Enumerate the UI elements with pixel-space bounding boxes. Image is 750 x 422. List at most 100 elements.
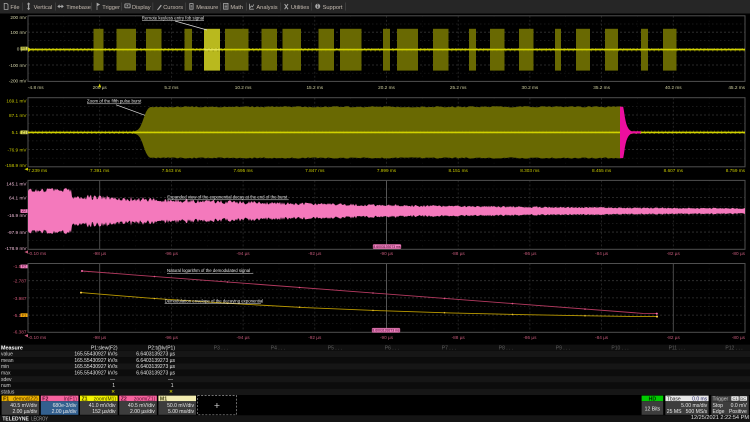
svg-text:P11 . . .: P11 . . . — [669, 345, 686, 351]
svg-text:-82 µs: -82 µs — [667, 251, 681, 256]
svg-text:8.303 ms: 8.303 ms — [520, 168, 540, 173]
svg-text:P8 . . .: P8 . . . — [499, 345, 513, 351]
svg-text:LECROY: LECROY — [31, 416, 48, 422]
svg-text:Z1: Z1 — [22, 131, 26, 135]
svg-text:Measure: Measure — [196, 5, 218, 11]
svg-text:ln(F1): ln(F1) — [64, 396, 77, 402]
svg-text:-200 mV: -200 mV — [9, 79, 28, 84]
svg-text:-4.8 ms: -4.8 ms — [28, 85, 44, 90]
svg-text:45.2 ms: 45.2 ms — [728, 85, 745, 90]
svg-text:12 Bits: 12 Bits — [645, 406, 661, 412]
svg-text:Display: Display — [132, 5, 151, 11]
svg-text:Demodulation envelope of the d: Demodulation envelope of the decaying ex… — [165, 298, 264, 303]
svg-text:-80 µs: -80 µs — [732, 335, 746, 340]
svg-text:mean: mean — [1, 358, 14, 364]
svg-text:min: min — [1, 364, 9, 370]
svg-text:Remote keyless entry fob signa: Remote keyless entry fob signal — [142, 16, 204, 21]
svg-text:8.607 ms: 8.607 ms — [664, 168, 684, 173]
svg-text:-2.787: -2.787 — [13, 279, 27, 284]
svg-text:TELEDYNE: TELEDYNE — [2, 416, 29, 422]
svg-text:-76.9 mV: -76.9 mV — [7, 147, 27, 152]
svg-text:-84 µs: -84 µs — [595, 251, 609, 256]
svg-text:6.6403139273 µs: 6.6403139273 µs — [136, 352, 175, 358]
svg-text:Support: Support — [323, 5, 343, 11]
svg-text:2.00 µs/div: 2.00 µs/div — [130, 409, 155, 415]
svg-text:value: value — [1, 352, 13, 358]
svg-text:7.391 ms: 7.391 ms — [90, 168, 110, 173]
svg-text:-86 µs: -86 µs — [523, 335, 537, 340]
svg-text:Measure: Measure — [1, 345, 23, 351]
svg-text:8.455 ms: 8.455 ms — [592, 168, 612, 173]
svg-text:Z2: Z2 — [22, 209, 26, 213]
svg-text:sdev: sdev — [1, 377, 12, 383]
svg-text:zoom(Z1): zoom(Z1) — [134, 396, 156, 402]
svg-text:8.759 ms: 8.759 ms — [726, 168, 746, 173]
svg-text:169.1 mV: 169.1 mV — [6, 99, 27, 104]
svg-text:-0.10 ms: -0.10 ms — [28, 251, 47, 256]
svg-text:7.847 ms: 7.847 ms — [305, 168, 325, 173]
svg-text:-0.10 ms: -0.10 ms — [28, 335, 47, 340]
svg-text:P1:slew(F2): P1:slew(F2) — [91, 345, 118, 351]
svg-text:Zoom of the fifth pulse burst: Zoom of the fifth pulse burst — [87, 99, 142, 104]
svg-text:5.2 ms: 5.2 ms — [164, 85, 179, 90]
svg-text:P3 . . .: P3 . . . — [214, 345, 228, 351]
svg-text:152 µs/div: 152 µs/div — [92, 409, 116, 415]
svg-text:Timebase: Timebase — [66, 5, 91, 11]
svg-text:2.00 µs/div: 2.00 µs/div — [12, 409, 37, 415]
svg-text:demod(Z2): demod(Z2) — [13, 396, 38, 402]
svg-text:25 MS: 25 MS — [667, 409, 682, 415]
svg-text:5.00 ms/div: 5.00 ms/div — [168, 409, 194, 415]
svg-text:P9 . . .: P9 . . . — [556, 345, 570, 351]
svg-text:File: File — [10, 5, 19, 11]
svg-text:-90 µs: -90 µs — [380, 335, 394, 340]
svg-text:max: max — [1, 371, 11, 377]
svg-text:Natural logarithm of the demod: Natural logarithm of the demodulated sig… — [167, 268, 250, 273]
svg-text:8.6003139273 ms: 8.6003139273 ms — [372, 329, 399, 333]
svg-text:-94 µs: -94 µs — [237, 251, 251, 256]
svg-text:-96 µs: -96 µs — [165, 251, 179, 256]
svg-text:P4 . . .: P4 . . . — [271, 345, 285, 351]
svg-text:145.1 mV: 145.1 mV — [6, 182, 27, 187]
svg-text:✕: ✕ — [169, 389, 173, 394]
svg-text:200 mV: 200 mV — [10, 15, 27, 20]
svg-text:100 mV: 100 mV — [10, 30, 27, 35]
svg-text:F2: F2 — [22, 265, 26, 269]
svg-text:7.543 ms: 7.543 ms — [162, 168, 182, 173]
svg-text:165.55430927 kV/s: 165.55430927 kV/s — [74, 358, 118, 364]
svg-text:-3.987: -3.987 — [13, 296, 27, 301]
svg-text:-6.387: -6.387 — [13, 329, 27, 334]
svg-text:165.55430927 kV/s: 165.55430927 kV/s — [74, 371, 118, 377]
svg-text:165.55430927 kV/s: 165.55430927 kV/s — [74, 352, 118, 358]
svg-text:—: — — [168, 377, 173, 383]
svg-text:P10 . . .: P10 . . . — [611, 345, 628, 351]
svg-text:35.2 ms: 35.2 ms — [593, 85, 610, 90]
svg-text:F1: F1 — [3, 396, 9, 402]
svg-text:—: — — [110, 377, 115, 383]
svg-text:7.999 ms: 7.999 ms — [377, 168, 397, 173]
svg-text:num: num — [1, 383, 11, 389]
svg-text:-97.9 mV: -97.9 mV — [7, 230, 27, 235]
svg-text:2.00 µs/div: 2.00 µs/div — [52, 409, 77, 415]
svg-text:12/25/2021 2:22:54 PM: 12/25/2021 2:22:54 PM — [691, 415, 749, 421]
svg-text:F1: F1 — [22, 313, 26, 317]
svg-text:✕: ✕ — [111, 389, 115, 394]
svg-text:25.2 ms: 25.2 ms — [450, 85, 467, 90]
svg-text:-88 µs: -88 µs — [452, 335, 466, 340]
svg-text:M1: M1 — [160, 396, 167, 402]
svg-text:165.55430927 kV/s: 165.55430927 kV/s — [74, 364, 118, 370]
svg-text:P12 . . .: P12 . . . — [725, 345, 742, 351]
svg-text:status: status — [1, 389, 15, 395]
svg-text:7.695 ms: 7.695 ms — [233, 168, 253, 173]
svg-text:7.239 ms: 7.239 ms — [28, 168, 48, 173]
svg-text:-84 µs: -84 µs — [595, 335, 609, 340]
svg-text:P6 . . .: P6 . . . — [385, 345, 399, 351]
svg-text:Expanded view of the exponenti: Expanded view of the exponential decay a… — [167, 195, 288, 200]
svg-text:C1: C1 — [732, 396, 738, 401]
svg-text:64.1 mV: 64.1 mV — [9, 196, 27, 201]
svg-text:DC: DC — [740, 396, 746, 401]
svg-text:Trigger: Trigger — [102, 5, 120, 11]
svg-text:Z2: Z2 — [121, 396, 127, 402]
svg-text:-88 µs: -88 µs — [452, 251, 466, 256]
svg-text:-16.9 mV: -16.9 mV — [7, 213, 27, 218]
svg-text:-96 µs: -96 µs — [165, 335, 179, 340]
